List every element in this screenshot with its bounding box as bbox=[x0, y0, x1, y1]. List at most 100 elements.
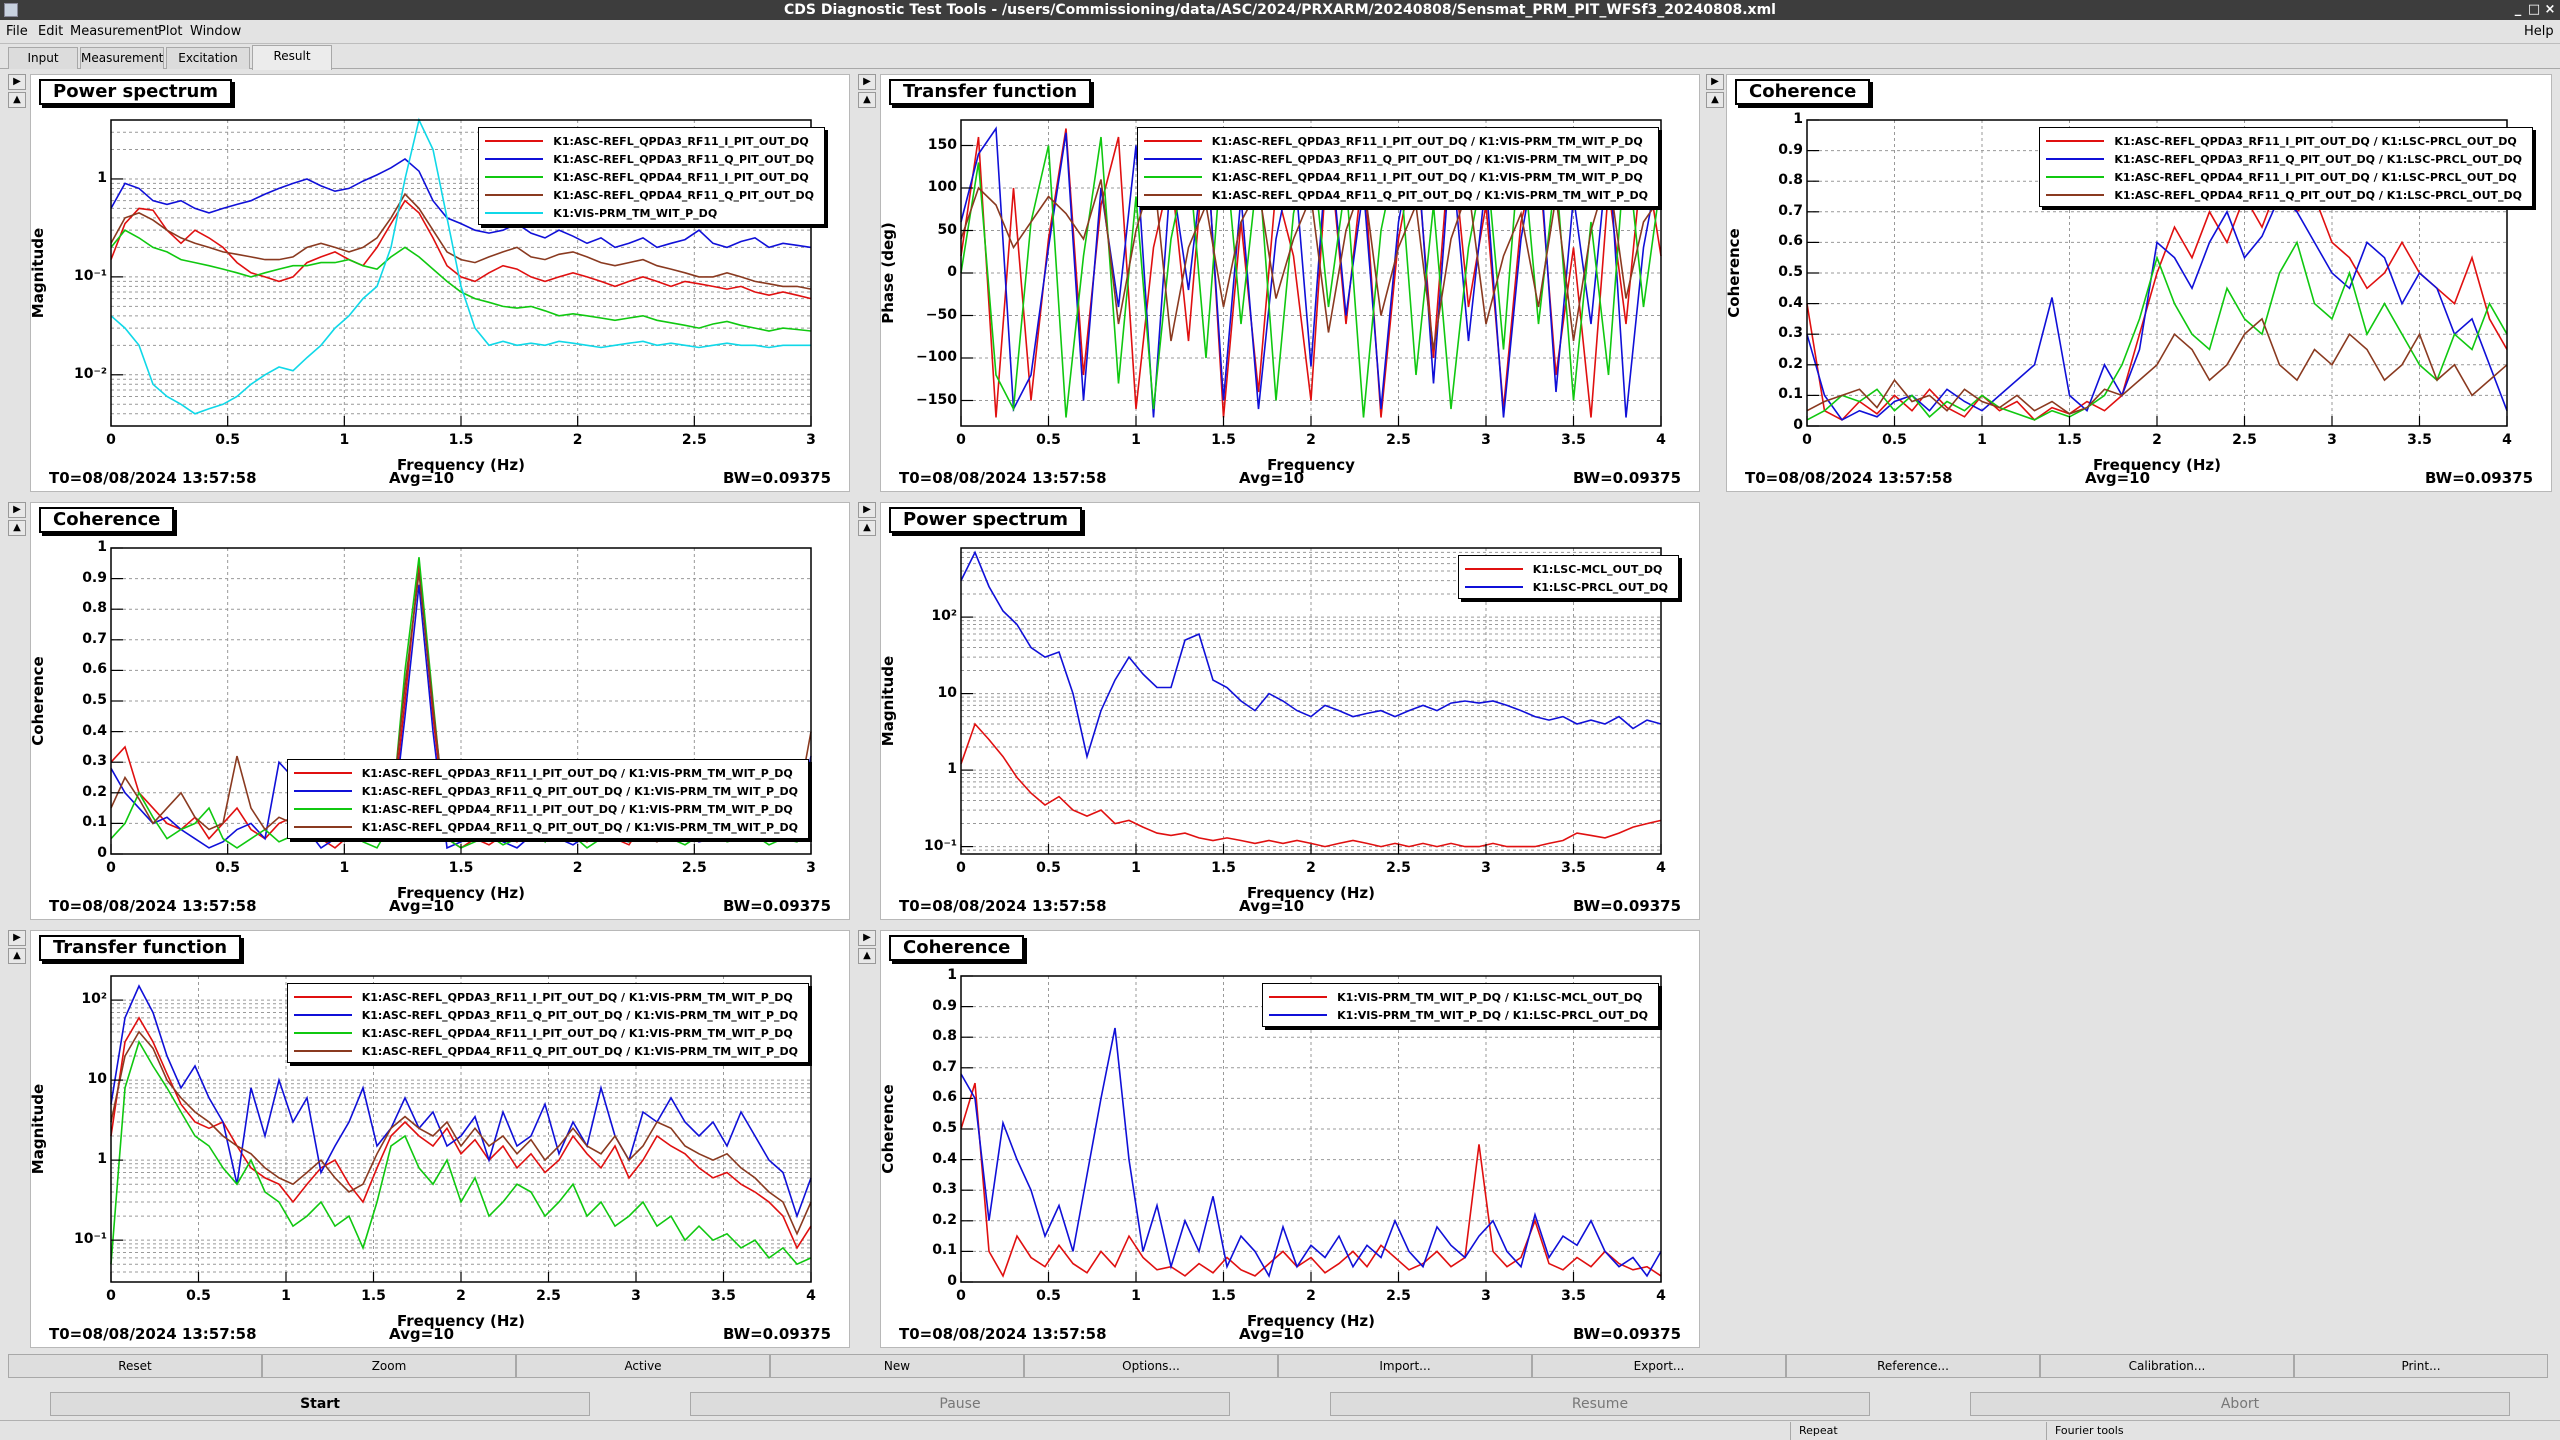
resume-button[interactable]: Resume bbox=[1330, 1392, 1870, 1416]
legend-label: K1:LSC-PRCL_OUT_DQ bbox=[1532, 580, 1668, 594]
legend-entry: K1:ASC-REFL_QPDA4_RF11_I_PIT_OUT_DQ / K1… bbox=[1143, 168, 1648, 186]
panel-collapse-arrow[interactable]: ▲ bbox=[8, 92, 26, 108]
panel-expand-arrow[interactable]: ▶ bbox=[858, 930, 876, 946]
legend[interactable]: K1:ASC-REFL_QPDA3_RF11_I_PIT_OUT_DQ / K1… bbox=[286, 759, 809, 839]
menu-file[interactable]: File bbox=[6, 24, 28, 39]
panel-collapse-arrow[interactable]: ▲ bbox=[1706, 92, 1724, 108]
panel-expand-arrow[interactable]: ▶ bbox=[1706, 74, 1724, 90]
x-tick-label: 3.5 bbox=[711, 1288, 736, 1304]
plot-panel[interactable]: Transfer function 0 0.5 1 1.5 2 2.5 3 3.5 4 150 100… bbox=[879, 74, 1700, 492]
export-button[interactable]: Export... bbox=[1532, 1354, 1786, 1378]
panel-expand-arrow[interactable]: ▶ bbox=[8, 502, 26, 518]
x-tick-label: 2 bbox=[1306, 860, 1316, 876]
panel-collapse-arrow[interactable]: ▲ bbox=[8, 520, 26, 536]
panel-expand-arrow[interactable]: ▶ bbox=[8, 74, 26, 90]
panel-collapse-arrow[interactable]: ▲ bbox=[8, 948, 26, 964]
legend[interactable]: K1:ASC-REFL_QPDA3_RF11_I_PIT_OUT_DQ / K1… bbox=[286, 983, 809, 1063]
menu-plot[interactable]: Plot bbox=[158, 24, 183, 39]
print-button[interactable]: Print... bbox=[2294, 1354, 2548, 1378]
x-tick-label: 3.5 bbox=[2407, 432, 2432, 448]
x-tick-label: 3 bbox=[1481, 1288, 1491, 1304]
legend[interactable]: K1:ASC-REFL_QPDA3_RF11_I_PIT_OUT_DQ K1:AS… bbox=[478, 127, 825, 225]
legend[interactable]: K1:ASC-REFL_QPDA3_RF11_I_PIT_OUT_DQ / K1… bbox=[1136, 127, 1659, 207]
t0-label: T0=08/08/2024 13:57:58 bbox=[1745, 469, 1953, 487]
tab-input[interactable]: Input bbox=[8, 47, 78, 69]
tab-measurement[interactable]: Measurement bbox=[80, 47, 164, 69]
calibration-button[interactable]: Calibration... bbox=[2040, 1354, 2294, 1378]
panel-expand-arrow[interactable]: ▶ bbox=[858, 502, 876, 518]
new-button[interactable]: New bbox=[770, 1354, 1024, 1378]
legend-label: K1:ASC-REFL_QPDA3_RF11_I_PIT_OUT_DQ / K1… bbox=[361, 990, 793, 1004]
legend-swatch bbox=[485, 158, 544, 160]
plot-panel[interactable]: Power spectrum 0 0.5 1 1.5 2 2.5 3 3.5 4 10² 10 1 10⁻… bbox=[879, 502, 1700, 920]
x-tick-label: 4 bbox=[1656, 432, 1666, 448]
legend-entry: K1:ASC-REFL_QPDA3_RF11_Q_PIT_OUT_DQ / K1… bbox=[293, 782, 798, 800]
plot-panel[interactable]: Power spectrum 0 0.5 1 1.5 2 2.5 3 1 10⁻¹ 10⁻² Freq… bbox=[29, 74, 850, 492]
legend-entry: K1:ASC-REFL_QPDA3_RF11_I_PIT_OUT_DQ / K1… bbox=[293, 988, 798, 1006]
x-tick-label: 2.5 bbox=[536, 1288, 561, 1304]
options-button[interactable]: Options... bbox=[1024, 1354, 1278, 1378]
avg-label: Avg=10 bbox=[2085, 469, 2151, 487]
legend-entry: K1:ASC-REFL_QPDA4_RF11_I_PIT_OUT_DQ bbox=[485, 168, 814, 186]
t0-label: T0=08/08/2024 13:57:58 bbox=[899, 469, 1107, 487]
reset-button[interactable]: Reset bbox=[8, 1354, 262, 1378]
y-tick-label: 0.3 bbox=[82, 753, 107, 770]
plot-panel[interactable]: Transfer function 0 0.5 1 1.5 2 2.5 3 3.5 4 10² 10 1… bbox=[29, 930, 850, 1348]
plot-canvas[interactable] bbox=[31, 503, 851, 921]
t0-label: T0=08/08/2024 13:57:58 bbox=[49, 1325, 257, 1343]
plot-panel[interactable]: Coherence 0 0.5 1 1.5 2 2.5 3 3.5 4 0 0.1 0.2 0.3 0.4 0… bbox=[1725, 74, 2552, 492]
legend-swatch bbox=[2046, 158, 2105, 160]
bw-label: BW=0.09375 bbox=[1572, 1325, 1681, 1343]
x-tick-label: 0 bbox=[956, 432, 966, 448]
legend[interactable]: K1:LSC-MCL_OUT_DQ K1:LSC-PRCL_OUT_DQ bbox=[1457, 555, 1679, 599]
plot-panel[interactable]: Coherence 0 0.5 1 1.5 2 2.5 3 3.5 4 0 0.1 0.2 0.3 0.4 0… bbox=[879, 930, 1700, 1348]
legend-label: K1:ASC-REFL_QPDA4_RF11_Q_PIT_OUT_DQ bbox=[553, 188, 814, 202]
menu-measurement[interactable]: Measurement bbox=[70, 24, 159, 39]
y-tick-label: 10² bbox=[81, 991, 107, 1008]
start-button[interactable]: Start bbox=[50, 1392, 590, 1416]
legend-swatch bbox=[1143, 194, 1202, 196]
x-tick-label: 2.5 bbox=[1386, 860, 1411, 876]
tab-result[interactable]: Result bbox=[252, 45, 332, 70]
x-tick-label: 1.5 bbox=[1211, 1288, 1236, 1304]
window-titlebar: CDS Diagnostic Test Tools - /users/Commi… bbox=[0, 0, 2560, 20]
x-tick-label: 1.5 bbox=[1211, 860, 1236, 876]
active-button[interactable]: Active bbox=[516, 1354, 770, 1378]
panel-collapse-arrow[interactable]: ▲ bbox=[858, 948, 876, 964]
y-tick-label: 1 bbox=[97, 539, 107, 555]
zoom-button[interactable]: Zoom bbox=[262, 1354, 516, 1378]
panel-collapse-arrow[interactable]: ▲ bbox=[858, 520, 876, 536]
plot-panel[interactable]: Coherence 0 0.5 1 1.5 2 2.5 3 0 0.1 0.2 0.3 0.4 0.5 0.… bbox=[29, 502, 851, 921]
x-tick-label: 1 bbox=[281, 1288, 291, 1304]
panel-expand-arrow[interactable]: ▶ bbox=[858, 74, 876, 90]
x-tick-label: 3 bbox=[1481, 860, 1491, 876]
panel-collapse-arrow[interactable]: ▲ bbox=[858, 92, 876, 108]
menu-window[interactable]: Window bbox=[190, 24, 241, 39]
x-tick-label: 4 bbox=[2502, 432, 2512, 448]
avg-label: Avg=10 bbox=[389, 469, 455, 487]
y-tick-label: 0.3 bbox=[1778, 325, 1803, 342]
legend[interactable]: K1:VIS-PRM_TM_WIT_P_DQ / K1:LSC-MCL_OUT_… bbox=[1262, 983, 1659, 1027]
abort-button[interactable]: Abort bbox=[1970, 1392, 2510, 1416]
close-button[interactable]: × bbox=[2540, 0, 2560, 20]
y-tick-label: 0 bbox=[947, 264, 957, 280]
y-tick-label: 10 bbox=[87, 1071, 107, 1088]
menu-help[interactable]: Help bbox=[2524, 24, 2554, 39]
legend[interactable]: K1:ASC-REFL_QPDA3_RF11_I_PIT_OUT_DQ / K1… bbox=[2039, 127, 2533, 207]
legend-swatch bbox=[293, 790, 352, 792]
y-tick-label: −150 bbox=[916, 391, 957, 408]
x-tick-label: 4 bbox=[1656, 860, 1666, 876]
import-button[interactable]: Import... bbox=[1278, 1354, 1532, 1378]
legend-entry: K1:ASC-REFL_QPDA4_RF11_Q_PIT_OUT_DQ / K1… bbox=[293, 1042, 798, 1060]
y-axis-label: Coherence bbox=[1725, 228, 1743, 318]
pause-button[interactable]: Pause bbox=[690, 1392, 1230, 1416]
legend-swatch bbox=[1269, 1014, 1328, 1016]
menu-edit[interactable]: Edit bbox=[38, 24, 63, 39]
x-tick-label: 0.5 bbox=[1036, 1288, 1061, 1304]
reference-button[interactable]: Reference... bbox=[1786, 1354, 2040, 1378]
x-tick-label: 1.5 bbox=[2057, 432, 2082, 448]
plot-area: ▶ ▲ ▶ ▲ ▶ ▲ ▶ ▲ ▶ ▲ ▶ ▲ ▶ ▲ Power spectrum 0 0.5 1 1.5 2 2.5… bbox=[0, 70, 2560, 1352]
avg-label: Avg=10 bbox=[1239, 897, 1305, 915]
panel-expand-arrow[interactable]: ▶ bbox=[8, 930, 26, 946]
tab-excitation[interactable]: Excitation bbox=[166, 47, 250, 69]
